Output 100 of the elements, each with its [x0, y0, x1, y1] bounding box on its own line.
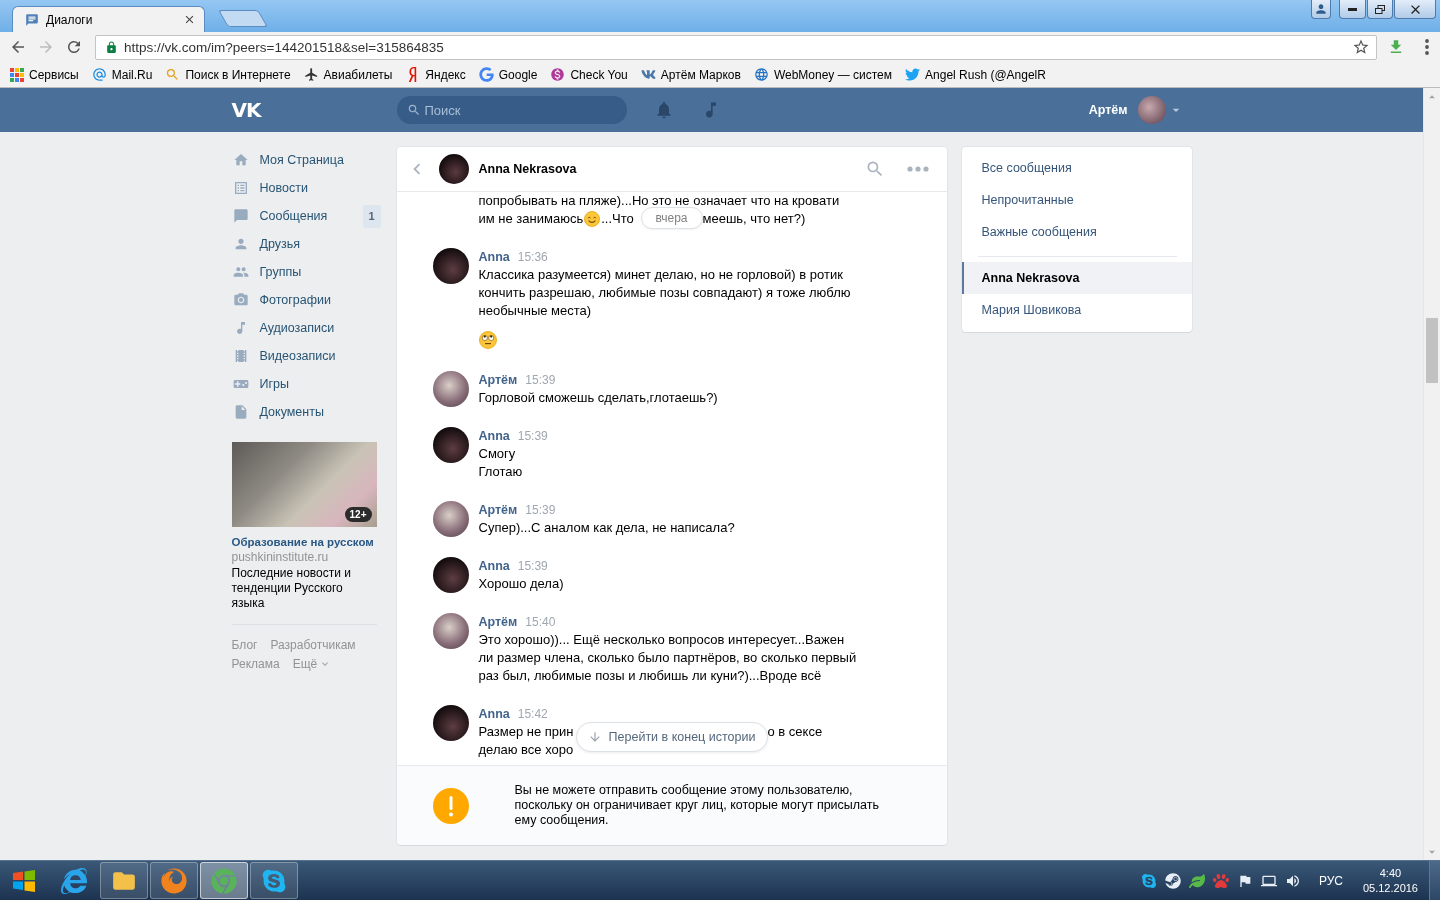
chat-bubble-icon — [25, 12, 39, 27]
sender-name[interactable]: Anna — [478, 429, 510, 443]
sidebar-item[interactable]: Моя Страница — [231, 146, 382, 174]
logo-icon[interactable] — [1164, 872, 1181, 889]
message-time: 15:40 — [525, 615, 556, 629]
taskbar-app-button[interactable] — [200, 862, 248, 899]
bookmark-link[interactable]: Angel Rush (@AngelR — [905, 67, 1046, 82]
people-icon — [232, 264, 249, 280]
message-time: 15:42 — [517, 707, 548, 721]
avatar-placeholder[interactable] — [432, 248, 469, 284]
site-logo[interactable]: VK — [231, 98, 264, 122]
message-text: Смогу Глотаю — [478, 445, 524, 481]
sidebar-item[interactable]: Новости — [231, 174, 382, 202]
forward-arrow-icon — [37, 38, 55, 56]
sender-name[interactable]: Артём — [478, 503, 518, 517]
chat-bubble-icon — [232, 208, 249, 224]
dialog-item[interactable]: Anna Nekrasova — [961, 262, 1192, 294]
browser-tab[interactable]: Диалоги — [12, 6, 205, 32]
bookmark-link[interactable]: Сервисы — [10, 67, 79, 82]
logo-icon — [478, 67, 494, 82]
age-badge: 12+ — [344, 507, 372, 522]
address-field[interactable]: https://vk.com/im?peers=144201518&sel=315864835 — [95, 34, 1377, 60]
paw-icon[interactable] — [1212, 872, 1229, 889]
profile-button[interactable] — [1311, 0, 1331, 19]
message-text: Это хорошо))... Ещё несколько вопросов интересует...Важен ли размер члена, сколько было партнёров, во сколько первый раз был, любимые позы и любишь ли куни?)...Вроде всё — [478, 631, 857, 685]
sidebar-item[interactable]: Группы — [231, 258, 382, 286]
bookmark-link[interactable]: Check You — [550, 67, 628, 82]
browser-icon — [211, 867, 237, 894]
menu-icon — [1425, 39, 1429, 55]
avatar-placeholder[interactable] — [438, 154, 469, 184]
message-time: 15:36 — [517, 250, 548, 264]
close-icon[interactable] — [183, 13, 196, 26]
star-icon[interactable] — [1352, 38, 1370, 56]
language-indicator[interactable]: РУС — [1318, 873, 1343, 888]
sender-name[interactable]: Anna — [478, 707, 510, 721]
minimize-button[interactable] — [1339, 0, 1366, 19]
sender-name[interactable]: Anna — [478, 250, 510, 264]
reload-icon — [65, 38, 83, 56]
sender-name[interactable]: Anna — [478, 559, 510, 573]
avatar-placeholder[interactable] — [432, 427, 469, 463]
clock[interactable]: 4:40 05.12.2016 — [1360, 865, 1420, 896]
sidebar-item[interactable]: Видеозаписи — [231, 342, 382, 370]
home-icon — [232, 152, 249, 168]
volume-icon[interactable] — [1284, 872, 1301, 889]
bookmark-link[interactable]: Поиск в Интернете — [165, 67, 291, 82]
search-field[interactable]: Поиск — [396, 96, 627, 124]
message-text: ...Что — [601, 210, 634, 228]
sidebar-item[interactable]: Друзья — [231, 230, 382, 258]
scrollbar-thumb[interactable] — [1426, 318, 1438, 383]
browser-icon — [61, 867, 87, 894]
restore-icon — [1375, 4, 1385, 14]
at-sign-icon — [91, 67, 107, 82]
taskbar-app-button[interactable] — [250, 862, 298, 899]
notice-text: Вы не можете отправить сообщение этому пользователю, поскольку он ограничивает круг лиц, которые могут присылать ему сообщения. — [514, 783, 880, 828]
avatar-placeholder[interactable] — [432, 557, 469, 593]
ad-title[interactable]: Образование на русском — [231, 535, 374, 549]
message-text: им не занимаюсь — [478, 210, 584, 228]
bookmark-link[interactable]: Mail.Ru — [91, 67, 153, 82]
menu-item[interactable]: Все сообщения — [961, 152, 1192, 184]
bookmark-link[interactable]: Яндекс — [405, 67, 466, 82]
logo-icon[interactable] — [1140, 872, 1157, 889]
bookmark-link[interactable]: Авиабилеты — [303, 67, 393, 82]
bookmark-link[interactable]: WebMoney — систем — [753, 67, 893, 82]
taskbar-app-button[interactable] — [100, 862, 148, 899]
bookmark-link[interactable]: Google — [478, 67, 538, 82]
coin-icon — [550, 67, 566, 82]
bookmark-link[interactable]: Артём Марков — [640, 67, 741, 82]
sender-name[interactable]: Артём — [478, 615, 518, 629]
close-button[interactable] — [1394, 0, 1436, 19]
grid-icon — [10, 67, 24, 82]
sender-name[interactable]: Артём — [478, 373, 518, 387]
photo-placeholder[interactable]: 12+ — [231, 442, 377, 527]
sidebar-item[interactable]: Игры — [231, 370, 382, 398]
contact-name[interactable]: Anna Nekrasova — [478, 162, 577, 176]
sidebar-item[interactable]: Аудиозаписи — [231, 314, 382, 342]
dialog-item[interactable]: Мария Шовикова — [961, 294, 1192, 326]
leaf-icon[interactable] — [1188, 872, 1205, 889]
message-time: 15:39 — [517, 429, 548, 443]
message-time: 15:39 — [525, 503, 556, 517]
avatar-placeholder[interactable] — [432, 705, 469, 741]
user-menu-button[interactable]: Артём — [1088, 96, 1184, 124]
taskbar-app-button[interactable] — [150, 862, 198, 899]
jump-to-end-button[interactable]: Перейти в конец истории — [575, 722, 768, 752]
message-text: Классика разумеется) минет делаю, но не горловой) в ротик кончить разрешаю, любимые позы совпадают) я тоже люблю необычные места) — [478, 266, 851, 320]
sidebar-item[interactable]: Фотографии — [231, 286, 382, 314]
message-text: Размер не прин — [478, 723, 574, 741]
menu-button[interactable] — [1425, 39, 1429, 55]
menu-item[interactable]: Важные сообщения — [961, 216, 1192, 248]
sidebar-item[interactable]: Сообщения 1 — [231, 202, 382, 230]
smiling-face-icon — [584, 211, 601, 227]
restore-button[interactable] — [1367, 0, 1393, 19]
ad-domain: pushkininstitute.ru — [231, 549, 329, 565]
sidebar-item[interactable]: Документы — [231, 398, 382, 426]
message-text: делаю все хоро — [478, 741, 574, 759]
menu-item[interactable]: Непрочитанные — [961, 184, 1192, 216]
list-icon — [232, 180, 249, 196]
logo-icon — [640, 67, 656, 82]
browser-icon — [161, 867, 187, 894]
message-text: Супер)...С аналом как дела, не написала? — [478, 519, 735, 537]
scrollbar[interactable] — [1423, 88, 1440, 860]
